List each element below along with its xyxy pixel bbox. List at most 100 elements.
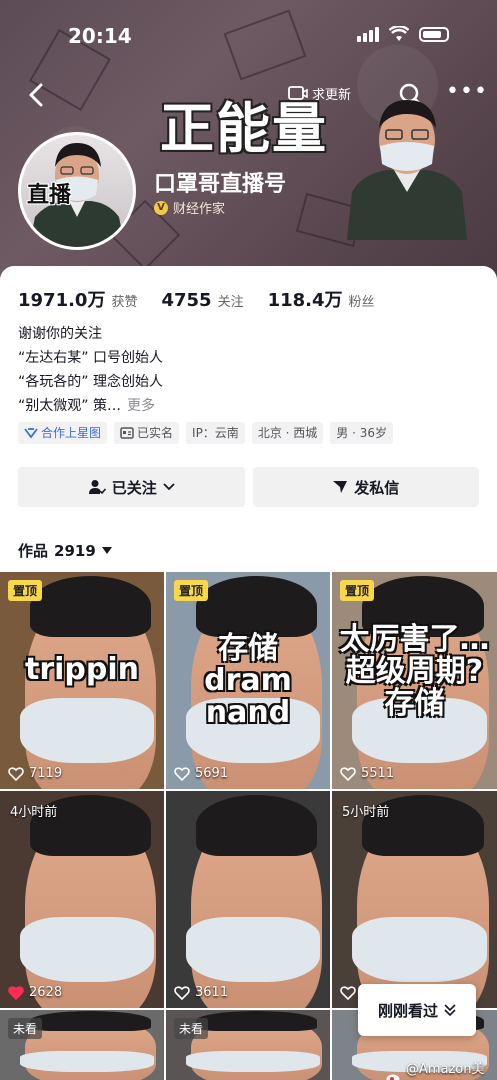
live-tag: 直播: [27, 183, 72, 208]
thumbnail-mask: [351, 916, 488, 982]
banner-title: 正能量: [160, 97, 328, 160]
thumbnail-hair: [29, 576, 151, 638]
id-card-icon: [120, 427, 134, 439]
like-count: 5511: [340, 766, 394, 781]
profile-avatar[interactable]: 直播: [18, 132, 136, 250]
likes-label: 获赞: [111, 295, 138, 310]
profile-banner: 20:14 求更新 ••• 正能量 直播 口罩哥直播号 V 财经作家: [0, 0, 497, 285]
heart-icon: [8, 766, 24, 781]
following-button-label: 已关注: [111, 478, 157, 497]
pinned-badge: 置顶: [174, 580, 209, 601]
video-thumbnail[interactable]: 5小时前: [332, 791, 497, 1008]
heart-icon: [8, 985, 24, 1000]
video-thumbnail[interactable]: 置顶存储 dram nand 5691: [166, 572, 330, 789]
tag-label: 合作上星图: [41, 426, 102, 440]
video-caption-overlay: 存储 dram nand: [166, 630, 330, 730]
tag-label: 已实名: [137, 426, 174, 440]
user-check-icon: [88, 480, 106, 495]
pinned-badge: 置顶: [340, 580, 375, 601]
heart-icon: [340, 986, 356, 1000]
send-message-icon: [333, 481, 348, 493]
like-count: 2628: [8, 985, 62, 1000]
verification-text: 财经作家: [173, 202, 226, 217]
thumbnail-hair: [195, 1011, 317, 1031]
tag-verified-name: 已实名: [114, 422, 180, 444]
profile-tags: 合作上星图 已实名 IP：云南 北京 · 西城 男 · 36岁: [18, 422, 393, 444]
followers-count[interactable]: 118.4万: [268, 286, 343, 312]
caption-line: 存储: [384, 686, 445, 722]
video-caption-overlay: trippin: [0, 654, 164, 686]
video-caption-overlay: 太厉害了… 超级周期? 存储: [332, 624, 497, 720]
tag-star-map[interactable]: 合作上星图: [18, 422, 108, 444]
status-bar: 20:14: [0, 22, 497, 52]
bio: 谢谢你的关注 “左达右某” 口号创始人 “各玩各的” 理念创始人 “别太微观” …: [18, 322, 163, 418]
banner-portrait: [347, 100, 467, 240]
profile-actions: 已关注 发私信: [18, 467, 479, 507]
unwatched-badge: 未看: [174, 1018, 209, 1039]
recently-viewed-button[interactable]: 刚刚看过: [358, 984, 476, 1036]
username: 口罩哥直播号: [154, 172, 287, 197]
weibo-logo-icon: [386, 1074, 400, 1080]
recently-viewed-label: 刚刚看过: [377, 1001, 438, 1020]
thumbnail-mask: [19, 1050, 155, 1072]
bio-line: “左达右某” 口号创始人: [18, 350, 163, 366]
like-count-value: 5691: [195, 766, 229, 781]
following-label[interactable]: 关注: [218, 291, 244, 310]
video-thumbnail[interactable]: 置顶 trippin 7119: [0, 572, 164, 789]
video-thumbnail[interactable]: 未看: [166, 1010, 330, 1080]
verified-badge-icon: V: [154, 200, 168, 215]
thumbnail-mask: [185, 1050, 321, 1072]
tag-ip: IP：云南: [186, 422, 245, 444]
heart-icon: [174, 766, 190, 781]
caption-line: dram: [204, 662, 292, 698]
likes-count: 1971.0万: [18, 290, 106, 311]
video-thumbnail[interactable]: 3611: [166, 791, 330, 1008]
bio-line: 谢谢你的关注: [18, 326, 102, 342]
cellular-signal-icon: [357, 26, 379, 42]
profile-card: 1971.0万 获赞 4755 关注 118.4万 粉丝 谢谢你的关注 “左达右…: [0, 266, 497, 1080]
like-count-value: 2628: [29, 985, 63, 1000]
like-count: 7119: [8, 766, 62, 781]
watermark: @Amazon美刀: [386, 1058, 497, 1080]
like-count-value: 5511: [361, 766, 395, 781]
following-button[interactable]: 已关注: [18, 467, 245, 507]
like-count: 3611: [174, 985, 228, 1000]
works-count: 2919: [54, 541, 96, 560]
double-chevron-down-icon: [444, 1004, 456, 1016]
following-count[interactable]: 4755: [161, 290, 211, 311]
caption-line: nand: [205, 694, 291, 730]
unwatched-badge: 未看: [8, 1018, 43, 1039]
star-map-icon: [24, 428, 38, 439]
profile-stats: 1971.0万 获赞 4755 关注 118.4万 粉丝: [18, 286, 375, 312]
heart-icon: [174, 985, 190, 1000]
video-thumbnail[interactable]: 置顶太厉害了… 超级周期? 存储 5511: [332, 572, 497, 789]
bio-more-link[interactable]: 更多: [127, 398, 155, 414]
works-tab[interactable]: 作品 2919: [18, 540, 112, 561]
tag-gender-age: 男 · 36岁: [330, 422, 393, 444]
caret-down-icon: [101, 546, 112, 554]
thumbnail-mask: [185, 916, 321, 982]
followers-label[interactable]: 粉丝: [349, 291, 375, 310]
verification-label: V 财经作家: [154, 198, 225, 217]
wifi-icon: [389, 26, 409, 41]
send-message-label: 发私信: [354, 478, 400, 497]
caption-line: 存储: [218, 630, 278, 666]
like-count-value: 3611: [195, 985, 229, 1000]
caption-line: 太厉害了…: [339, 622, 490, 658]
video-thumbnail[interactable]: 未看: [0, 1010, 164, 1080]
caption-line: 超级周期?: [345, 654, 484, 690]
thumbnail-mask: [19, 697, 155, 763]
chevron-down-icon: [163, 483, 175, 491]
watermark-text: @Amazon美刀: [405, 1062, 485, 1077]
caption-line: trippin: [24, 652, 139, 688]
works-label: 作品: [18, 542, 49, 560]
send-message-button[interactable]: 发私信: [252, 467, 479, 507]
thumbnail-hair: [29, 1011, 151, 1031]
like-count-value: 7119: [29, 766, 63, 781]
post-time: 5小时前: [342, 805, 390, 820]
post-time: 4小时前: [10, 805, 58, 820]
back-arrow-icon[interactable]: [22, 80, 52, 110]
video-thumbnail[interactable]: 4小时前 2628: [0, 791, 164, 1008]
pinned-badge: 置顶: [8, 580, 43, 601]
tag-location: 北京 · 西城: [251, 422, 324, 444]
